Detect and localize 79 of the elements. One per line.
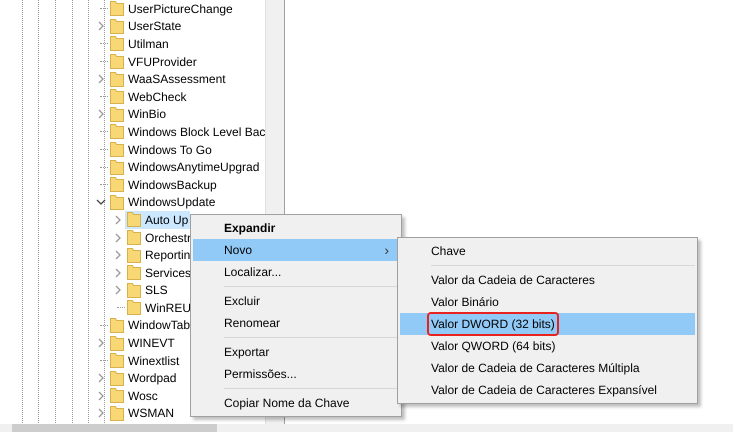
folder-icon <box>110 106 124 122</box>
horizontal-scrollbar[interactable] <box>0 424 733 432</box>
folder-icon <box>110 336 124 351</box>
folder-icon <box>127 282 141 298</box>
tree-item[interactable]: WindowsAnytimeUpgrad <box>108 158 262 176</box>
folder-icon <box>110 194 124 210</box>
tree-item[interactable]: Wosc <box>108 386 160 405</box>
tree-item[interactable]: SLS <box>125 281 170 300</box>
folder-icon <box>127 212 141 228</box>
menu-item[interactable]: Valor de Cadeia de Caracteres Expansível <box>400 379 695 401</box>
expand-chevron-icon[interactable] <box>96 390 106 401</box>
tree-item[interactable]: WSMAN <box>108 404 176 422</box>
tree-item[interactable]: Windows To Go <box>108 140 214 159</box>
folder-icon <box>110 124 124 140</box>
folder-icon <box>110 370 124 386</box>
tree-item[interactable]: WINEVT <box>108 334 177 352</box>
folder-icon <box>110 318 124 333</box>
folder-icon <box>110 54 124 70</box>
menu-item[interactable]: Expandir <box>193 217 399 239</box>
menu-item[interactable]: Valor de Cadeia de Caracteres Múltipla <box>400 357 695 379</box>
tree-item[interactable]: WindowsBackup <box>108 176 219 194</box>
menu-item[interactable]: Copiar Nome da Chave <box>193 392 399 414</box>
expand-chevron-icon[interactable] <box>113 232 123 243</box>
menu-item[interactable]: Localizar... <box>193 261 399 283</box>
menu-item[interactable]: Valor QWORD (64 bits) <box>400 335 695 357</box>
menu-item[interactable]: Chave <box>400 240 695 262</box>
folder-icon <box>110 388 124 404</box>
tree-item[interactable]: WinREU <box>125 298 194 317</box>
menu-item[interactable]: Exportar <box>193 341 399 363</box>
folder-icon <box>110 1 124 16</box>
tree-item[interactable]: WebCheck <box>108 88 188 106</box>
expand-chevron-icon[interactable] <box>113 250 123 260</box>
submenu-arrow: › <box>384 242 389 258</box>
folder-icon <box>110 160 124 175</box>
expand-chevron-icon[interactable] <box>96 21 106 32</box>
tree-item[interactable]: UserPictureChange <box>108 0 235 18</box>
folder-icon <box>110 406 124 421</box>
tree-item[interactable]: Winextlist <box>108 352 182 370</box>
tree-item[interactable]: Reportin <box>125 246 192 264</box>
folder-icon <box>127 230 141 246</box>
tree-item[interactable]: Utilman <box>108 34 171 53</box>
tree-item[interactable]: VFUProvider <box>108 52 199 71</box>
menu-item[interactable]: Novo › <box>193 239 399 261</box>
menu-item[interactable]: Excluir <box>193 290 399 312</box>
folder-icon <box>110 353 124 368</box>
menu-item[interactable]: Valor Binário <box>400 291 695 313</box>
tree-item[interactable]: Windows Block Level Bac <box>108 122 265 141</box>
menu-item[interactable]: Valor da Cadeia de Caracteres <box>400 269 695 291</box>
folder-icon <box>110 177 124 192</box>
tree-item[interactable]: WindowsUpdate <box>108 193 218 212</box>
tree-item[interactable]: Auto Up <box>125 210 190 229</box>
expand-chevron-icon[interactable] <box>96 74 106 84</box>
collapse-chevron-icon[interactable] <box>96 197 106 208</box>
expand-chevron-icon[interactable] <box>113 268 123 278</box>
menu-item[interactable]: Permissões... <box>193 363 399 385</box>
expand-chevron-icon[interactable] <box>113 214 123 225</box>
tree-item[interactable]: Wordpad <box>108 369 178 388</box>
tree-item[interactable]: Orchestr <box>125 228 194 247</box>
tree-item[interactable]: UserState <box>108 17 184 36</box>
highlight-outline: Valor DWORD (32 bits) <box>429 314 557 334</box>
folder-icon <box>110 89 124 104</box>
tree-item[interactable]: WaaSAssessment <box>108 70 228 88</box>
folder-icon <box>110 36 124 52</box>
menu-item[interactable]: Valor DWORD (32 bits) <box>400 313 695 335</box>
expand-chevron-icon[interactable] <box>96 109 106 120</box>
folder-icon <box>127 248 141 263</box>
menu-item[interactable]: Renomear <box>193 312 399 334</box>
tree-item[interactable]: WinBio <box>108 105 168 124</box>
folder-icon <box>127 265 141 280</box>
expand-chevron-icon[interactable] <box>113 285 123 296</box>
folder-icon <box>110 142 124 158</box>
expand-chevron-icon[interactable] <box>96 338 106 348</box>
folder-icon <box>110 72 124 87</box>
expand-chevron-icon[interactable] <box>96 373 106 384</box>
folder-icon <box>127 300 141 316</box>
tree-item[interactable]: Services <box>125 264 194 282</box>
expand-chevron-icon[interactable] <box>96 408 106 418</box>
folder-icon <box>110 18 124 34</box>
tree-item[interactable]: WindowTab <box>108 316 192 334</box>
